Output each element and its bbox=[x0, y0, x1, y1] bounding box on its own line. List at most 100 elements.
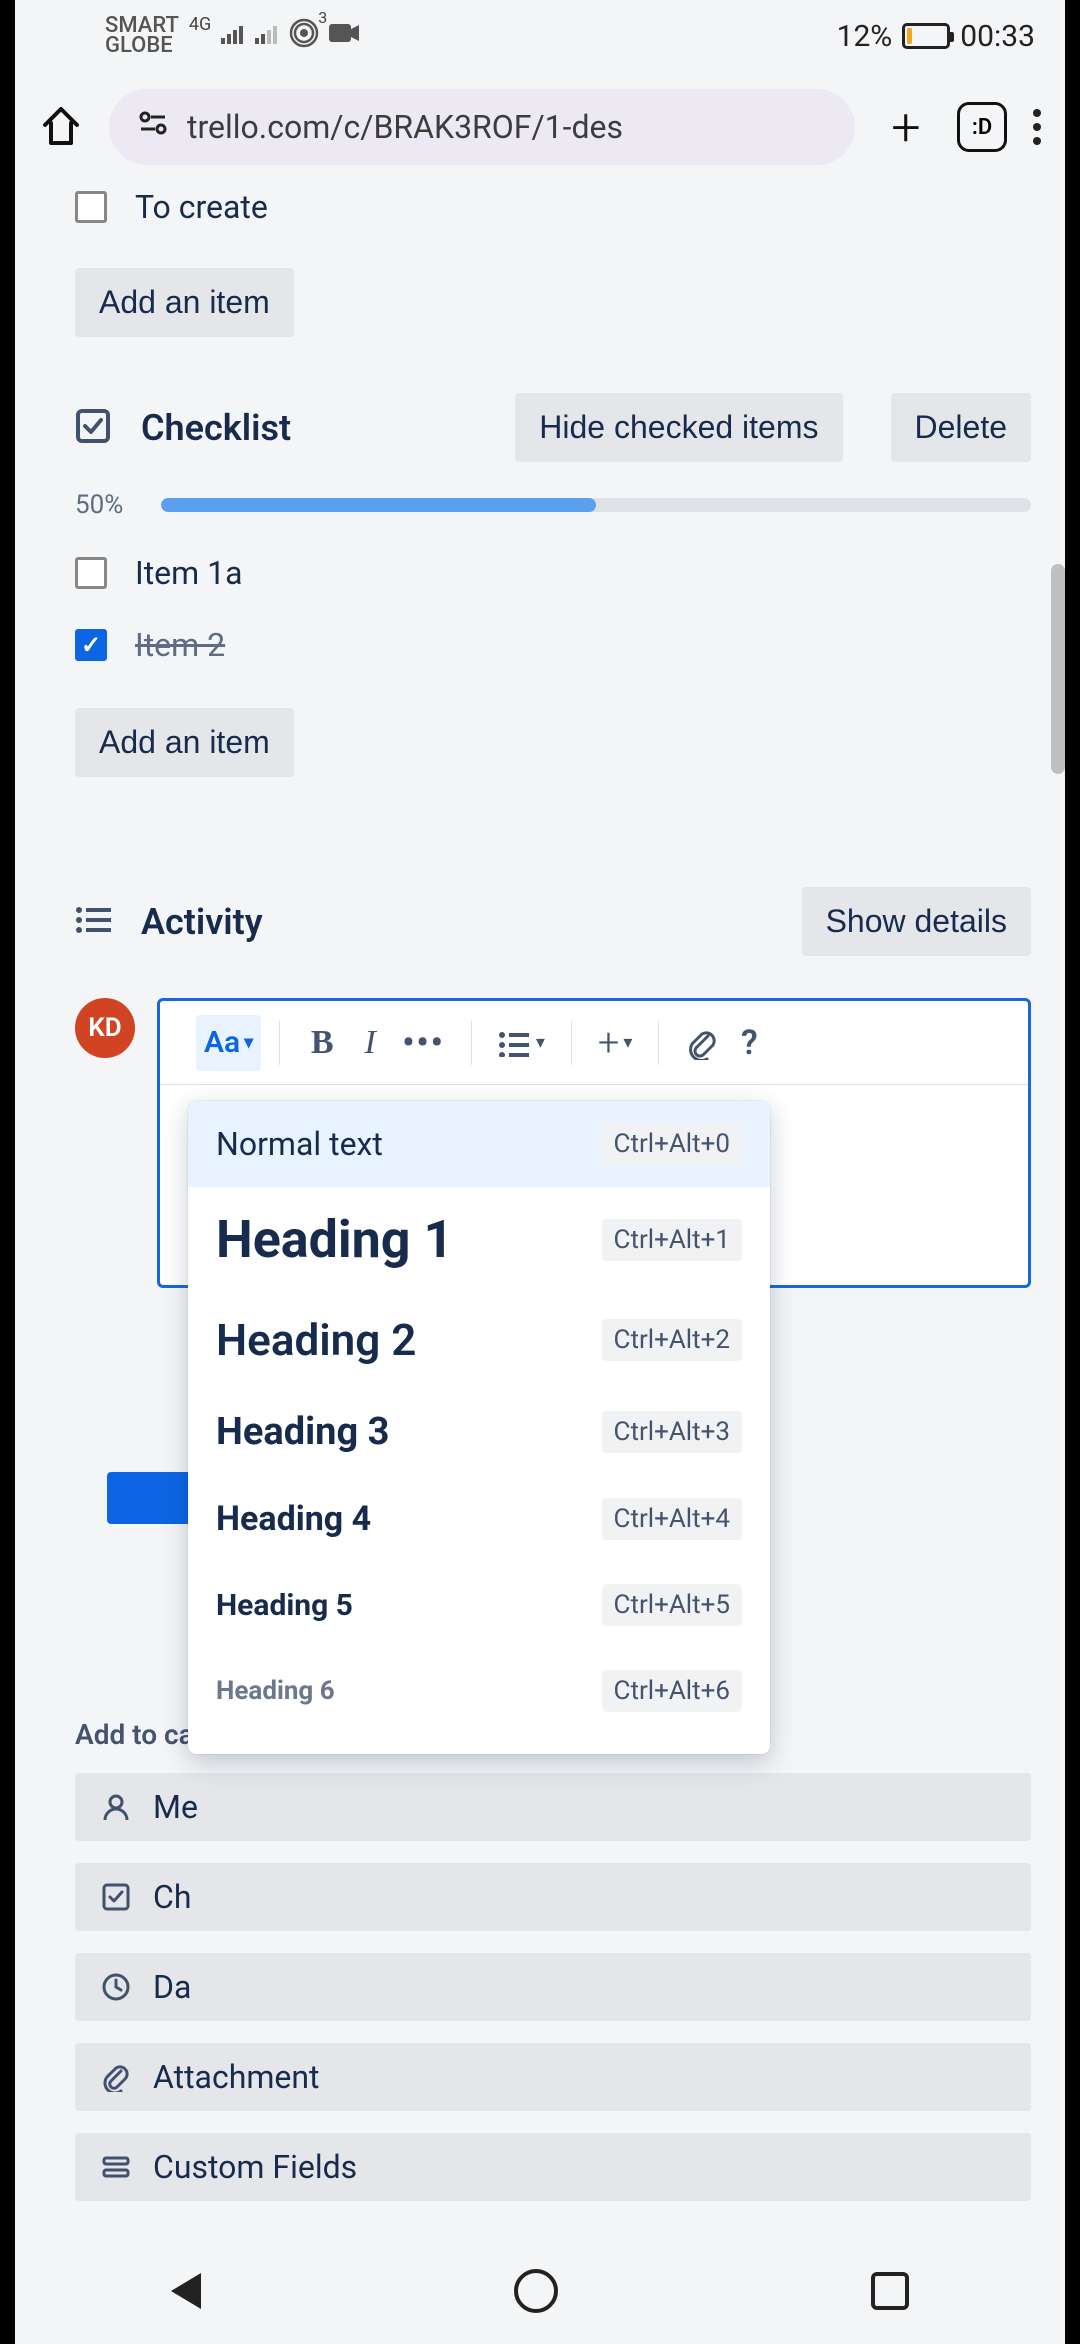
checkbox[interactable] bbox=[75, 191, 107, 223]
attach-button[interactable] bbox=[677, 1015, 725, 1071]
add-item-button[interactable]: Add an item bbox=[75, 268, 294, 337]
text-style-option-label: Heading 5 bbox=[216, 1588, 353, 1623]
keyboard-shortcut: Ctrl+Alt+6 bbox=[602, 1670, 742, 1712]
recents-button[interactable] bbox=[871, 2272, 909, 2310]
add-attachment-label: Attachment bbox=[153, 2058, 320, 2096]
add-members-label: Me bbox=[153, 1788, 198, 1826]
browser-bar: trello.com/c/BRAK3ROF/1-des + :D bbox=[15, 72, 1065, 182]
progress-percent: 50% bbox=[75, 490, 137, 520]
add-attachment-button[interactable]: Attachment bbox=[75, 2043, 1031, 2111]
signal-icon-1 bbox=[221, 21, 245, 51]
text-style-option-label: Heading 4 bbox=[216, 1499, 371, 1539]
insert-button[interactable]: +▾ bbox=[590, 1015, 641, 1071]
show-details-button[interactable]: Show details bbox=[802, 887, 1031, 956]
text-style-option-label: Heading 3 bbox=[216, 1410, 389, 1454]
hotspot-icon: 3 bbox=[289, 18, 319, 55]
checklist-item[interactable]: Item 2 bbox=[75, 626, 1031, 664]
camera-icon bbox=[329, 21, 361, 51]
paperclip-icon bbox=[101, 2062, 131, 2092]
keyboard-shortcut: Ctrl+Alt+5 bbox=[602, 1584, 742, 1626]
help-button[interactable]: ? bbox=[725, 1015, 773, 1071]
battery-icon bbox=[902, 23, 950, 49]
checklist-title[interactable]: Checklist bbox=[141, 407, 485, 449]
text-style-button[interactable]: Aa▾ bbox=[196, 1015, 261, 1071]
lists-button[interactable]: ▾ bbox=[490, 1015, 553, 1071]
signal-icon-2 bbox=[255, 21, 279, 51]
keyboard-shortcut: Ctrl+Alt+2 bbox=[602, 1319, 742, 1361]
back-button[interactable] bbox=[171, 2273, 201, 2309]
avatar-initials: KD bbox=[88, 1013, 121, 1043]
activity-title: Activity bbox=[141, 901, 772, 943]
bold-button[interactable]: B bbox=[298, 1015, 346, 1071]
italic-button[interactable]: I bbox=[346, 1015, 394, 1071]
home-icon[interactable] bbox=[39, 103, 83, 151]
home-button[interactable] bbox=[514, 2269, 558, 2313]
text-style-option-label: Heading 2 bbox=[216, 1314, 416, 1366]
keyboard-shortcut: Ctrl+Alt+1 bbox=[602, 1219, 742, 1261]
carrier-line2: GLOBE bbox=[105, 36, 179, 56]
browser-menu-button[interactable] bbox=[1033, 109, 1041, 145]
hide-checked-button[interactable]: Hide checked items bbox=[515, 393, 842, 462]
person-icon bbox=[101, 1792, 131, 1822]
text-style-option[interactable]: Normal textCtrl+Alt+0 bbox=[188, 1101, 770, 1187]
more-formatting-button[interactable]: ••• bbox=[394, 1015, 453, 1071]
checklist-item[interactable]: Item 1a bbox=[75, 554, 1031, 592]
scrollbar-thumb[interactable] bbox=[1051, 564, 1065, 774]
hide-checked-label: Hide checked items bbox=[539, 409, 818, 445]
show-details-label: Show details bbox=[826, 903, 1007, 939]
add-custom-fields-button[interactable]: Custom Fields bbox=[75, 2133, 1031, 2201]
add-members-button[interactable]: Me bbox=[75, 1773, 1031, 1841]
tab-switcher-label: :D bbox=[972, 115, 992, 140]
url-bar[interactable]: trello.com/c/BRAK3ROF/1-des bbox=[109, 89, 855, 165]
activity-section: Activity Show details KD Aa▾ bbox=[75, 887, 1031, 1288]
add-item-button[interactable]: Add an item bbox=[75, 708, 294, 777]
custom-fields-icon bbox=[101, 2152, 131, 2182]
chevron-down-icon: ▾ bbox=[623, 1032, 632, 1053]
checklist-item-label: To create bbox=[135, 188, 268, 226]
add-dates-button[interactable]: Da bbox=[75, 1953, 1031, 2021]
clock: 00:33 bbox=[960, 19, 1035, 54]
text-style-option[interactable]: Heading 1 Ctrl+Alt+1 bbox=[188, 1187, 770, 1292]
comment-row: KD Aa▾ B I ••• bbox=[75, 998, 1031, 1288]
add-item-label: Add an item bbox=[99, 284, 270, 320]
chevron-down-icon: ▾ bbox=[244, 1032, 253, 1053]
tab-switcher-button[interactable]: :D bbox=[957, 102, 1007, 152]
text-style-option[interactable]: Heading 6Ctrl+Alt+6 bbox=[188, 1648, 770, 1734]
add-to-card-section: Add to ca Me Ch Da bbox=[75, 1718, 1031, 2201]
carrier-label: SMART GLOBE bbox=[105, 16, 179, 56]
checkbox[interactable] bbox=[75, 557, 107, 589]
delete-checklist-button[interactable]: Delete bbox=[891, 393, 1032, 462]
system-navbar bbox=[15, 2236, 1065, 2344]
text-style-option-label: Normal text bbox=[216, 1125, 383, 1163]
text-style-option[interactable]: Heading 2 Ctrl+Alt+2 bbox=[188, 1292, 770, 1388]
checkbox-checked[interactable] bbox=[75, 629, 107, 661]
checklist-icon bbox=[101, 1882, 131, 1912]
keyboard-shortcut: Ctrl+Alt+3 bbox=[602, 1411, 742, 1453]
checklist-section: Checklist Hide checked items Delete 50% … bbox=[75, 393, 1031, 777]
save-button[interactable] bbox=[107, 1472, 197, 1524]
checklist-item[interactable]: To create bbox=[75, 188, 1031, 226]
checklist-icon bbox=[75, 408, 111, 448]
site-settings-icon[interactable] bbox=[137, 107, 169, 147]
progress-fill bbox=[161, 498, 596, 512]
progress-bar bbox=[161, 498, 1031, 512]
text-style-option[interactable]: Heading 3 Ctrl+Alt+3 bbox=[188, 1388, 770, 1476]
avatar[interactable]: KD bbox=[75, 998, 135, 1058]
checklist-item-label: Item 1a bbox=[135, 554, 243, 592]
add-checklist-button[interactable]: Ch bbox=[75, 1863, 1031, 1931]
clock-icon bbox=[101, 1972, 131, 2002]
hotspot-count: 3 bbox=[318, 8, 327, 27]
new-tab-button[interactable]: + bbox=[881, 97, 931, 158]
text-style-option-label: Heading 1 bbox=[216, 1209, 453, 1270]
text-style-option[interactable]: Heading 4 Ctrl+Alt+4 bbox=[188, 1476, 770, 1562]
editor-toolbar: Aa▾ B I ••• ▾ bbox=[160, 1001, 1028, 1085]
keyboard-shortcut: Ctrl+Alt+4 bbox=[602, 1498, 742, 1540]
comment-editor[interactable]: Aa▾ B I ••• ▾ bbox=[157, 998, 1031, 1288]
status-bar: SMART GLOBE 4G 3 12% 00:33 bbox=[15, 0, 1065, 72]
battery-percent: 12% bbox=[837, 19, 893, 54]
add-dates-label: Da bbox=[153, 1968, 191, 2006]
status-right: 12% 00:33 bbox=[837, 19, 1035, 54]
progress-row: 50% bbox=[75, 490, 1031, 520]
url-text: trello.com/c/BRAK3ROF/1-des bbox=[187, 108, 623, 146]
text-style-option[interactable]: Heading 5 Ctrl+Alt+5 bbox=[188, 1562, 770, 1648]
